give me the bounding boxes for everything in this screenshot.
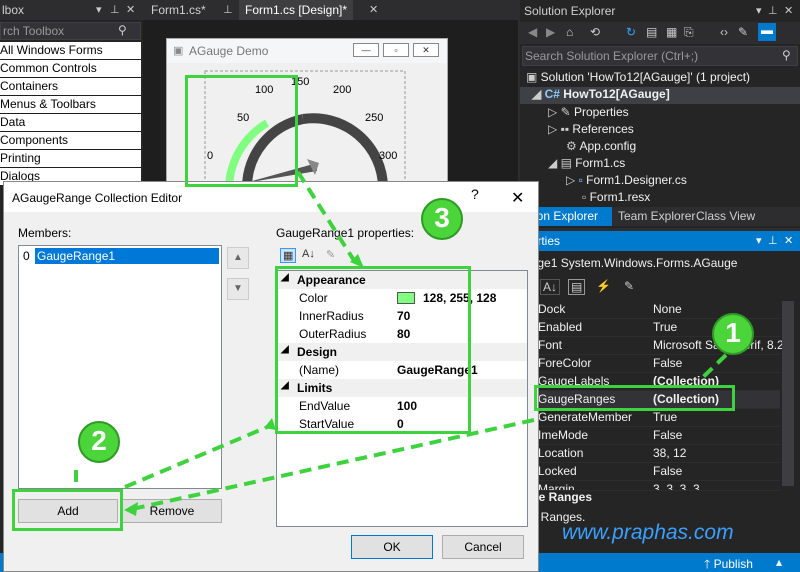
arrow-ranges-to-add bbox=[127, 418, 535, 512]
arrow-add-to-grid bbox=[124, 423, 273, 489]
step-badge-2: 2 bbox=[78, 421, 120, 463]
watermark-text: www.praphas.com bbox=[562, 521, 734, 544]
arrowhead bbox=[264, 418, 276, 430]
step-badge-1: 1 bbox=[712, 313, 754, 355]
step-badge-3: 3 bbox=[421, 198, 463, 240]
arrow-step1 bbox=[698, 353, 728, 382]
arrowhead bbox=[124, 502, 138, 516]
arrow-gauge-to-grid bbox=[296, 170, 357, 264]
annotation-arrows bbox=[74, 170, 728, 516]
